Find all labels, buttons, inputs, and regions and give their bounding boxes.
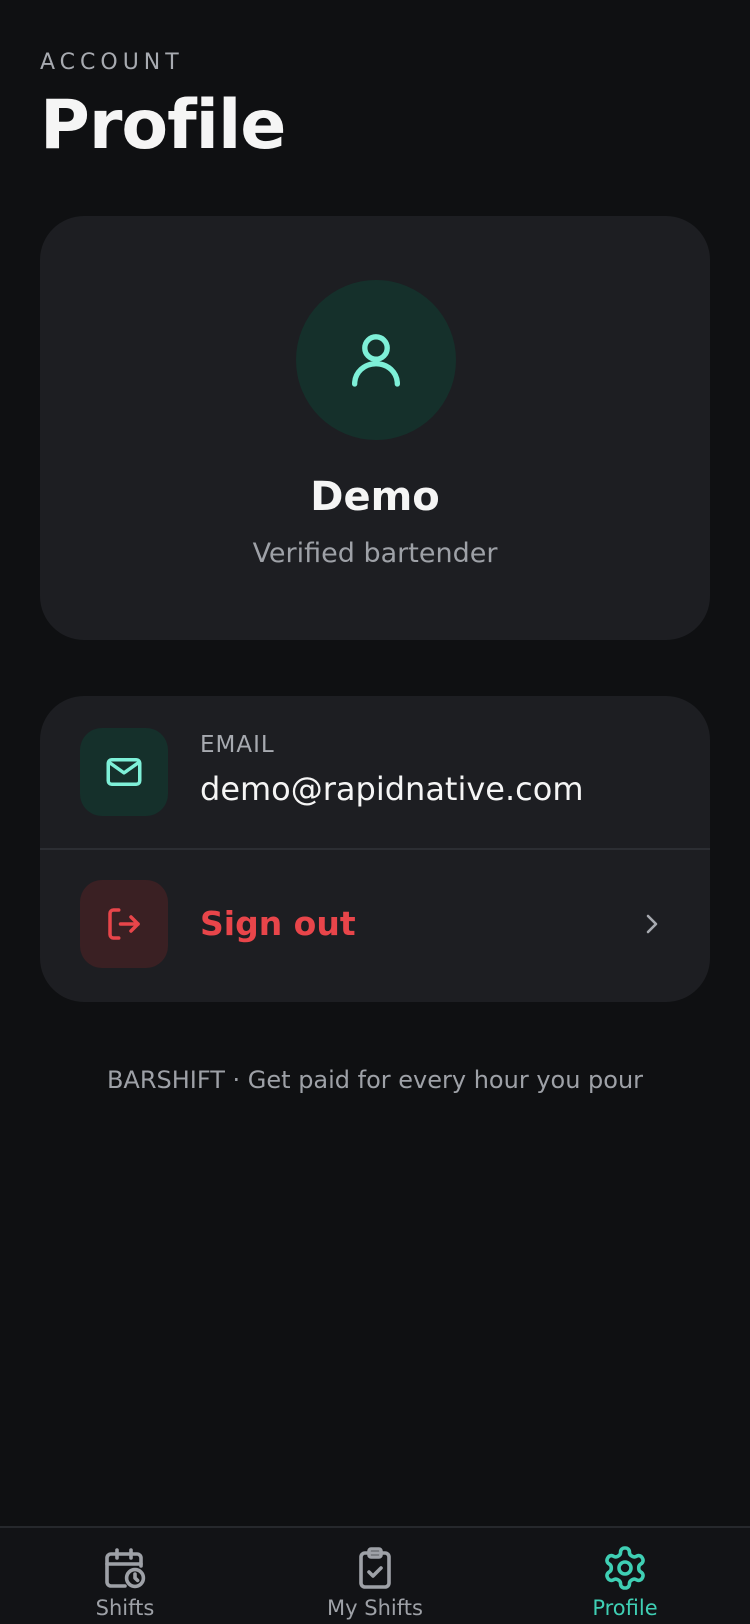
email-value: demo@rapidnative.com (200, 770, 584, 808)
tab-shifts[interactable]: Shifts (25, 1528, 225, 1624)
page-title: Profile (40, 86, 286, 165)
bottom-tab-bar: Shifts My Shifts Profile (0, 1526, 750, 1624)
email-row: EMAIL demo@rapidnative.com (40, 696, 710, 848)
profile-role: Verified bartender (252, 538, 498, 569)
email-icon-tile (80, 728, 168, 816)
sign-out-icon-tile (80, 880, 168, 968)
app-tagline: BARSHIFT · Get paid for every hour you p… (106, 1066, 644, 1094)
calendar-clock-icon (105, 1548, 146, 1589)
avatar (296, 280, 456, 440)
chevron-right-icon (646, 914, 658, 934)
profile-screen: ACCOUNT Profile Demo Verified bartender … (0, 0, 750, 1624)
sign-out-button[interactable]: Sign out (40, 850, 710, 1002)
tab-label-my-shifts: My Shifts (327, 1596, 423, 1620)
user-icon (352, 334, 400, 387)
clipboard-check-icon (359, 1547, 391, 1589)
tab-label-profile: Profile (592, 1596, 658, 1620)
section-label: ACCOUNT (40, 50, 184, 75)
sign-out-label: Sign out (200, 904, 356, 943)
profile-name: Demo (310, 474, 440, 520)
email-label: EMAIL (200, 732, 275, 758)
tab-profile[interactable]: Profile (525, 1528, 725, 1624)
logout-icon (108, 908, 140, 940)
profile-card: Demo Verified bartender (40, 216, 710, 640)
tab-label-shifts: Shifts (95, 1596, 155, 1620)
mail-icon (106, 758, 142, 786)
tab-my-shifts[interactable]: My Shifts (275, 1528, 475, 1624)
gear-icon (605, 1546, 645, 1590)
account-details-card: EMAIL demo@rapidnative.com Sign out (40, 696, 710, 1002)
